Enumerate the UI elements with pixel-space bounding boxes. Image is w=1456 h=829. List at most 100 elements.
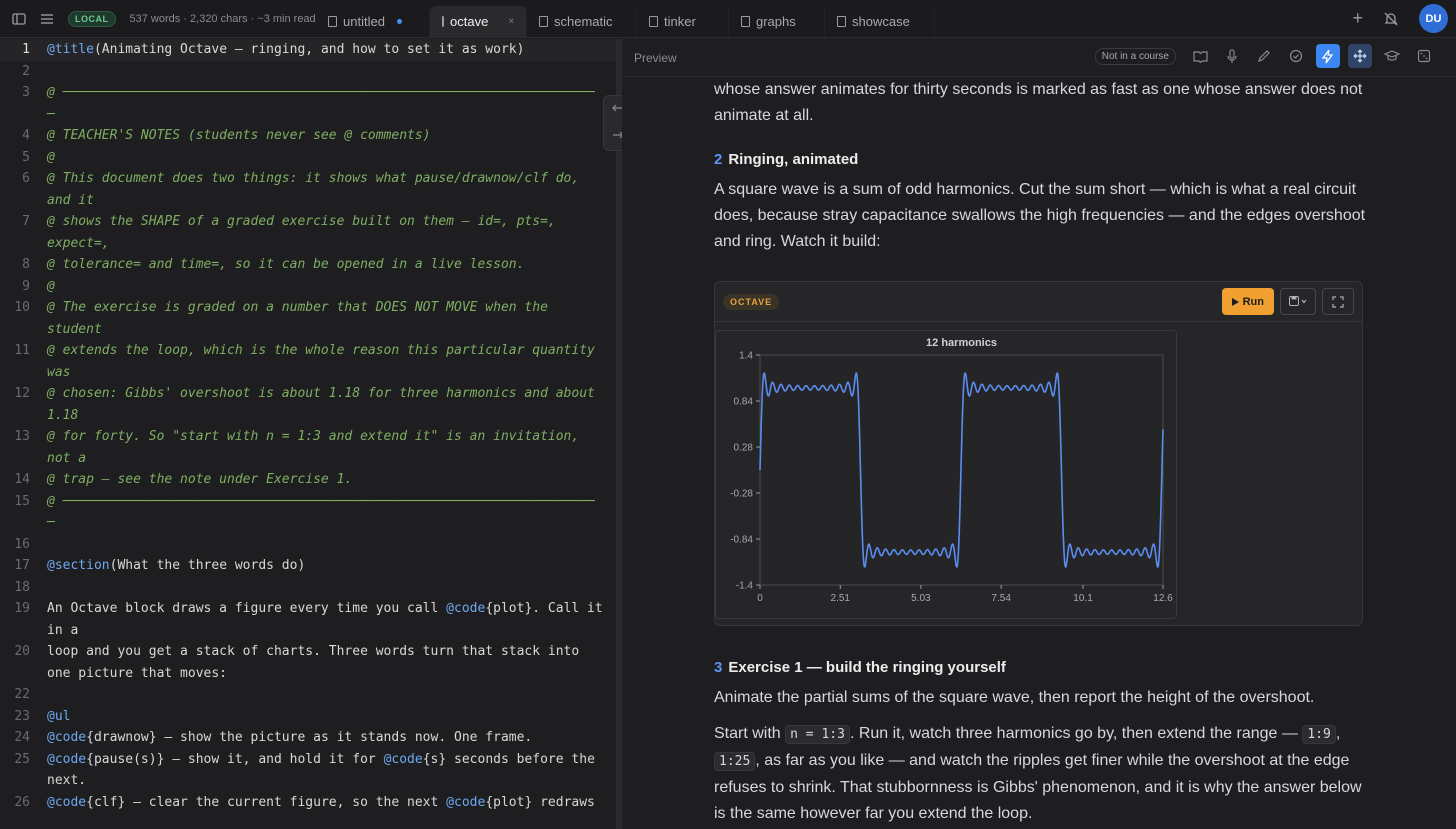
move-icon[interactable] [1348,44,1372,68]
tab-label: graphs [756,14,796,29]
editor-line[interactable]: 9 @ [0,276,616,298]
line-code: @ extends the loop, which is the whole r… [47,343,603,380]
editor-line[interactable]: 12 @ chosen: Gibbs' overshoot is about 1.… [0,383,616,426]
preview-header: Preview Not in a course [622,39,1456,77]
editor-line[interactable]: 3 @ ─────────────────────────────────────… [0,82,616,125]
graduation-cap-icon[interactable] [1380,44,1404,68]
inline-code: 1:9 [1302,725,1336,744]
file-icon [539,16,548,27]
editor-line[interactable]: 19 An Octave block draws a figure every t… [0,598,616,641]
editor-line[interactable]: 25 @code{pause(s)} — show it, and hold it… [0,749,616,792]
line-number: 22 [14,687,30,702]
sidebar-toggle-icon[interactable] [12,12,26,26]
editor-line[interactable]: 22 [0,684,616,706]
tab-graphs[interactable]: graphs [729,6,825,37]
close-tab-icon[interactable]: × [508,16,514,27]
run-button[interactable]: Run [1221,288,1274,315]
editor-line[interactable]: 13 @ for forty. So "start with n = 1:3 an… [0,426,616,469]
file-icon [649,16,658,27]
plot-frame: 12 harmonics 1.4 0.84 0.28 -0.28 -0.84 -1.4 0 2.… [715,330,1177,619]
tab-showcase[interactable]: showcase [825,6,935,37]
microphone-icon[interactable] [1220,44,1244,68]
notifications-off-icon[interactable] [1383,11,1399,27]
new-tab-button[interactable]: + [1352,8,1363,29]
line-code: @title(Animating Octave — ringing, and h… [47,42,525,57]
editor-line[interactable]: 4 @ TEACHER'S NOTES (students never see @… [0,125,616,147]
book-icon[interactable] [1188,44,1212,68]
line-number: 24 [14,730,30,745]
tab-label: octave [450,14,489,29]
line-code: @ shows the SHAPE of a graded exercise b… [47,214,564,251]
line-code: @ TEACHER'S NOTES (students never see @ … [47,128,431,143]
play-icon [1231,297,1239,306]
editor-line[interactable]: 5 @ [0,147,616,169]
plot-canvas: 12 harmonics 1.4 0.84 0.28 -0.28 -0.84 -1.40 2.… [730,337,1173,604]
editor-line[interactable]: 11 @ extends the loop, which is the whole… [0,340,616,383]
check-circle-icon[interactable] [1284,44,1308,68]
editor-line[interactable]: 17 @section(What the three words do) [0,555,616,577]
x-tick-label: 5.03 [911,593,931,604]
expand-icon [1332,295,1344,308]
fullscreen-button[interactable] [1322,288,1354,315]
line-code: @ The exercise is graded on a number tha… [47,300,556,337]
save-menu-button[interactable] [1280,288,1316,315]
editor-line[interactable]: 26 @code{clf} — clear the current figure,… [0,792,616,814]
line-number: 16 [14,536,30,552]
editor-line[interactable]: 15 @ ────────────────────────────────────… [0,491,616,534]
line-number: 2 [22,63,30,79]
editor-line[interactable]: 10 @ The exercise is graded on a number t… [0,297,616,340]
editor-line[interactable]: 1 @title(Animating Octave — ringing, and … [0,39,616,61]
editor-line[interactable]: 8 @ tolerance= and time=, so it can be op… [0,254,616,276]
editor-line[interactable]: 14 @ trap — see the note under Exercise 1… [0,469,616,491]
file-icon [837,16,846,27]
editor-line[interactable]: 20 loop and you get a stack of charts. Th… [0,641,616,684]
tab-label: tinker [664,14,696,29]
editor-line[interactable]: 18 [0,577,616,599]
run-label: Run [1242,295,1264,308]
inline-code: n = 1:3 [785,725,850,744]
tab-strip: untitled octave × schematic tinker graph… [316,0,935,37]
line-code: @ [47,278,55,294]
tab-label: untitled [343,14,385,29]
tab-octave[interactable]: octave × [430,6,527,37]
unsaved-dot-icon [396,19,402,24]
x-tick-label: 7.54 [991,593,1011,604]
tab-tinker[interactable]: tinker [637,6,729,37]
tab-untitled[interactable]: untitled [316,6,430,37]
local-badge: LOCAL [68,10,116,27]
y-tick-label: 0.28 [734,443,754,454]
tab-label: showcase [852,14,910,29]
line-number: 14 [14,472,30,487]
line-number: 9 [22,278,30,294]
code-editor[interactable]: 1 @title(Animating Octave — ringing, and … [0,39,616,829]
pen-icon[interactable] [1252,44,1276,68]
section-title: Ringing, animated [728,151,859,168]
editor-line[interactable]: 7 @ shows the SHAPE of a graded exercise … [0,211,616,254]
editor-line[interactable]: 6 @ This document does two things: it sho… [0,168,616,211]
line-number: 10 [14,300,30,315]
lightning-icon[interactable] [1316,44,1340,68]
tab-schematic[interactable]: schematic [527,6,637,37]
line-number: 1 [22,42,30,57]
section-3-heading: 3 Exercise 1 — build the ringing yourself [714,655,1374,679]
line-code: @ for forty. So "start with n = 1:3 and … [47,429,588,466]
y-tick-label: -1.4 [736,581,754,592]
section-number: 2 [714,151,723,168]
menu-icon[interactable] [40,12,54,26]
editor-line[interactable]: 16 [0,534,616,556]
file-icon [741,16,750,27]
editor-line[interactable]: 2 [0,61,616,83]
line-number: 26 [14,794,30,810]
text-span: Start with [714,725,786,742]
file-icon [328,16,337,27]
dice-icon[interactable] [1412,44,1436,68]
text-span: , as far as you like — and watch the rip… [714,752,1362,822]
line-number: 6 [22,171,30,186]
editor-line[interactable]: 23 @ul [0,706,616,728]
course-pill[interactable]: Not in a course [1094,47,1176,65]
avatar[interactable]: DU [1419,4,1448,33]
editor-line[interactable]: 24 @code{drawnow} — show the picture as i… [0,727,616,749]
octave-badge: OCTAVE [723,293,780,310]
line-code: @ trap — see the note under Exercise 1. [47,472,353,487]
